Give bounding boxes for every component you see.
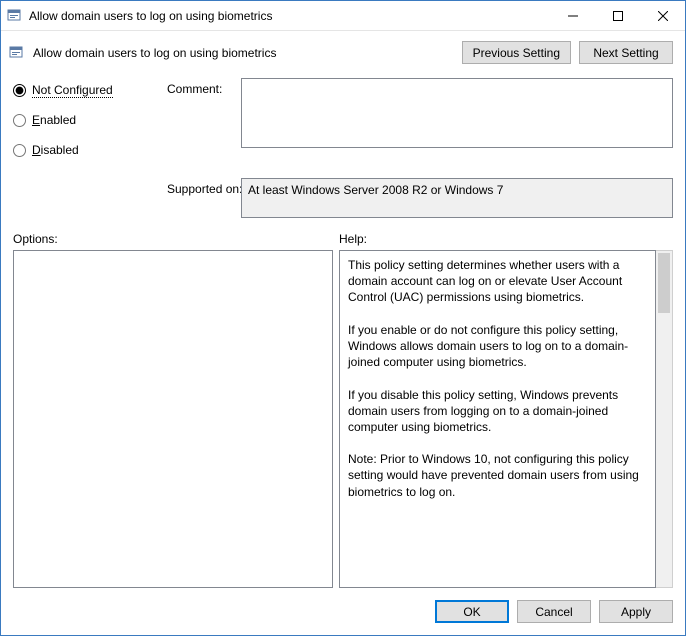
ok-button[interactable]: OK [435, 600, 509, 623]
policy-header: Allow domain users to log on using biome… [1, 31, 685, 78]
radio-disabled-input[interactable] [13, 144, 26, 157]
comment-label: Comment: [167, 78, 237, 96]
options-label: Options: [13, 232, 339, 246]
options-pane[interactable] [13, 250, 333, 588]
supported-on-label: Supported on: [167, 168, 237, 218]
radio-enabled-label: Enabled [32, 113, 76, 127]
minimize-button[interactable] [550, 1, 595, 30]
radio-enabled[interactable]: Enabled [13, 108, 163, 132]
supported-on-value: At least Windows Server 2008 R2 or Windo… [241, 178, 673, 218]
window-title: Allow domain users to log on using biome… [29, 9, 550, 23]
help-label: Help: [339, 232, 367, 246]
help-scrollbar[interactable] [656, 250, 673, 588]
policy-icon [9, 45, 25, 61]
help-pane: This policy setting determines whether u… [339, 250, 656, 588]
window-titlebar: Allow domain users to log on using biome… [1, 1, 685, 31]
radio-not-configured-input[interactable] [13, 84, 26, 97]
radio-enabled-input[interactable] [13, 114, 26, 127]
radio-disabled-label: Disabled [32, 143, 79, 157]
next-setting-button[interactable]: Next Setting [579, 41, 673, 64]
radio-not-configured[interactable]: Not Configured [13, 78, 163, 102]
cancel-button[interactable]: Cancel [517, 600, 591, 623]
apply-button[interactable]: Apply [599, 600, 673, 623]
close-button[interactable] [640, 1, 685, 30]
maximize-button[interactable] [595, 1, 640, 30]
radio-disabled[interactable]: Disabled [13, 138, 163, 162]
policy-title-icon [7, 8, 23, 24]
previous-setting-button[interactable]: Previous Setting [462, 41, 571, 64]
comment-input[interactable] [241, 78, 673, 148]
dialog-footer: OK Cancel Apply [1, 588, 685, 635]
help-scrollbar-thumb[interactable] [658, 253, 670, 313]
policy-title: Allow domain users to log on using biome… [33, 46, 454, 60]
radio-not-configured-label: Not Configured [32, 83, 113, 98]
